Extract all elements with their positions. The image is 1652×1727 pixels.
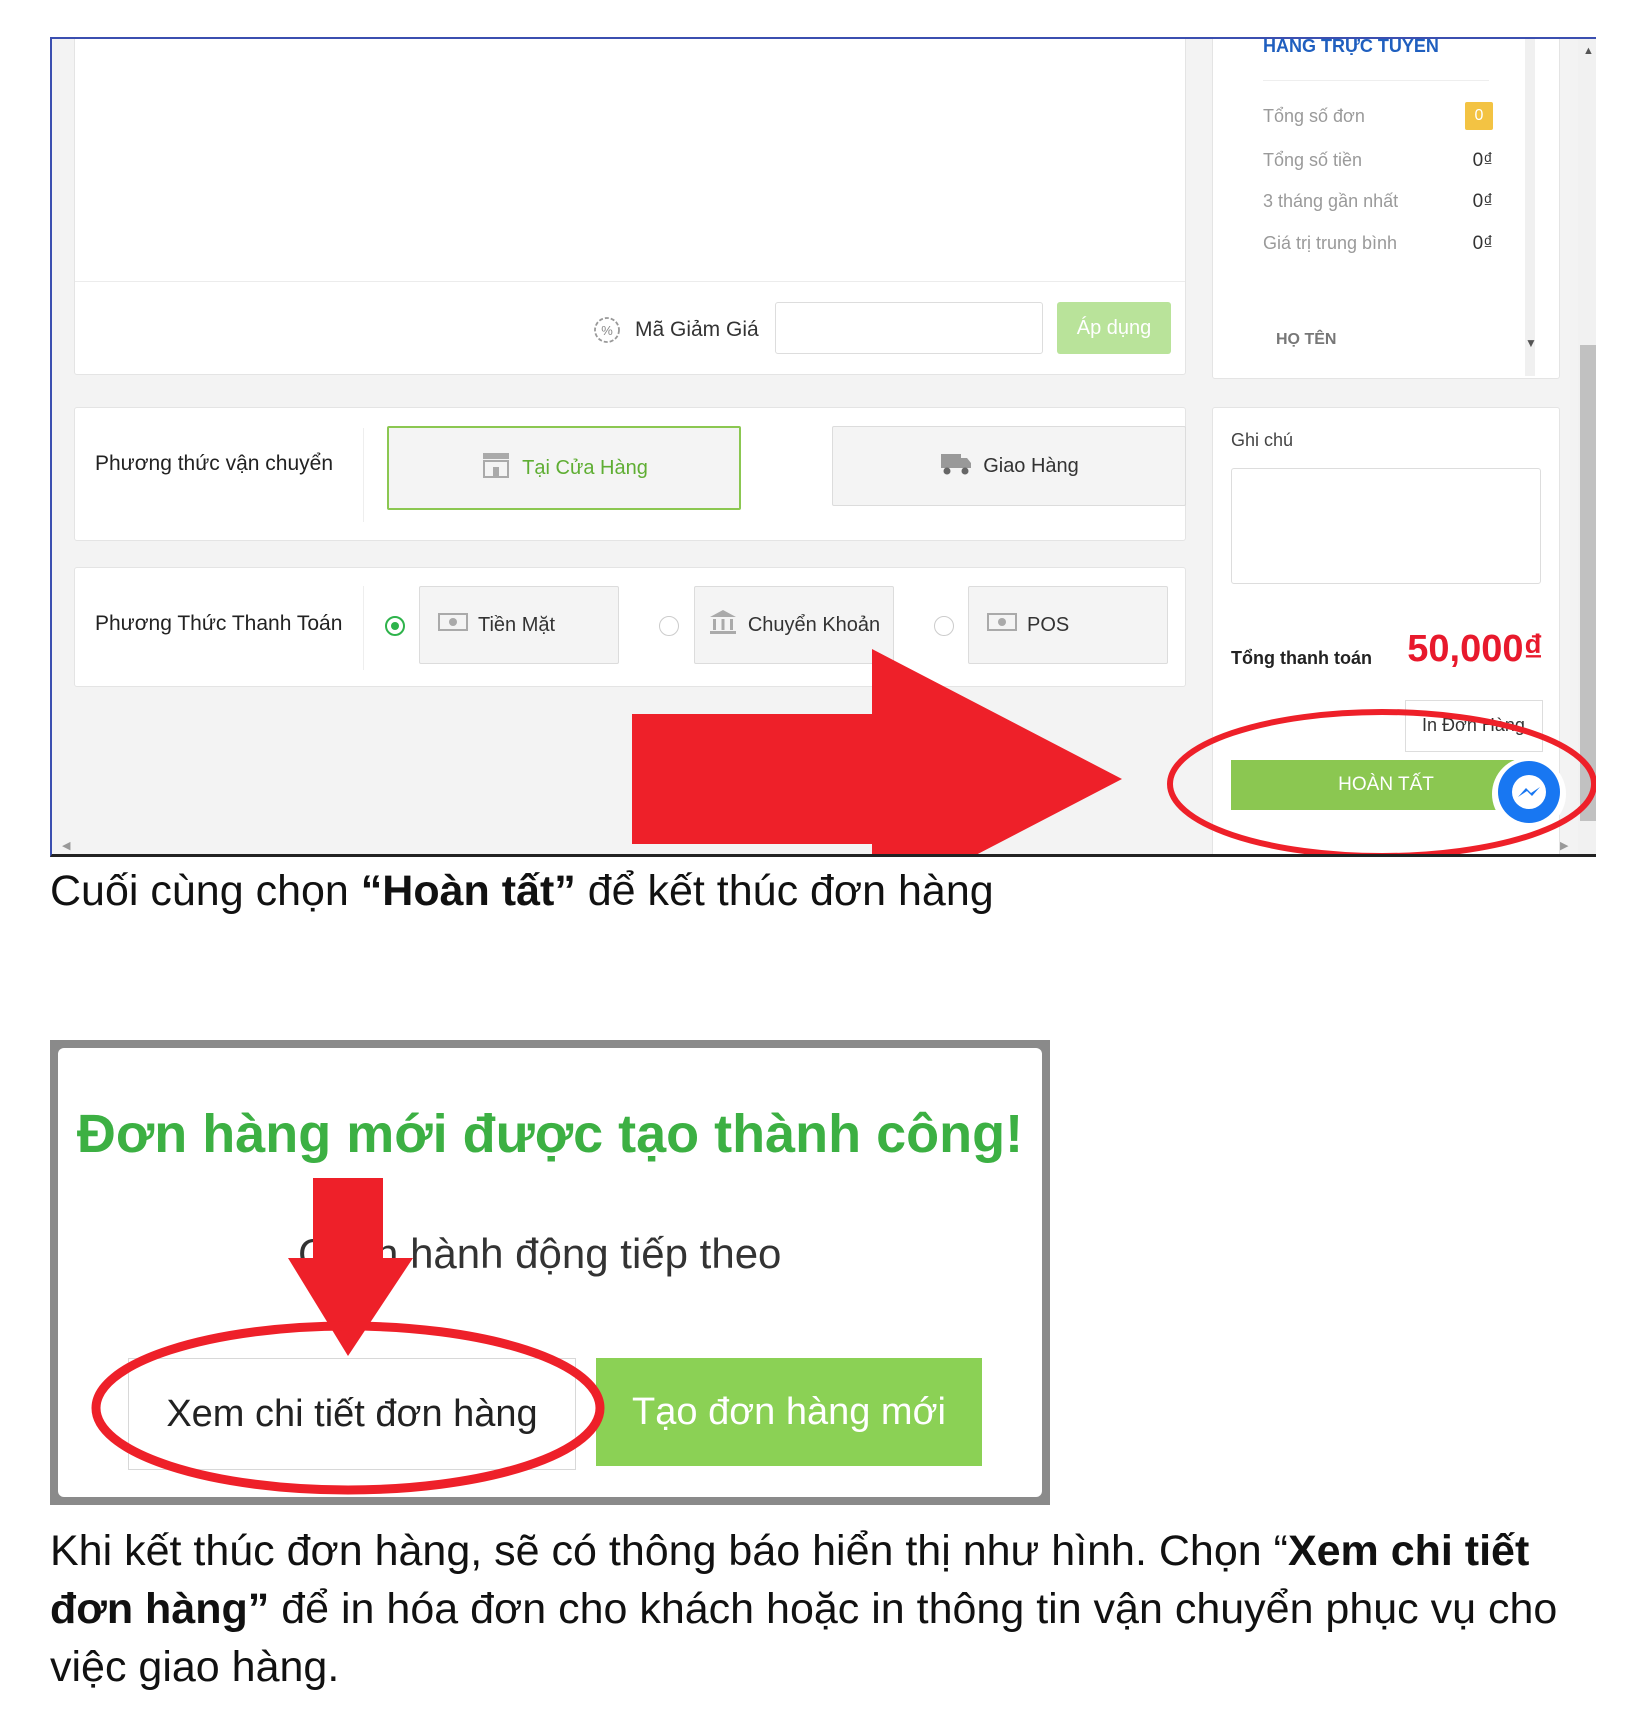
shipping-label: Phương thức vận chuyển (95, 452, 334, 475)
ship-delivery-label: Giao Hàng (983, 454, 1079, 477)
success-title: Đơn hàng mới được tạo thành công! (76, 1104, 1024, 1164)
caption-1: Cuối cùng chọn “Hoàn tất” để kết thúc đơ… (50, 862, 1600, 920)
inner-scrollbar[interactable] (1525, 39, 1535, 376)
note-label: Ghi chú (1231, 430, 1294, 450)
total-label: Tổng thanh toán (1231, 648, 1372, 668)
pay-pos-label: POS (1027, 613, 1070, 636)
pay-cash-label: Tiền Mặt (478, 613, 556, 636)
success-dialog: Đơn hàng mới được tạo thành công! Chọn h… (58, 1048, 1042, 1497)
stat-label: Giá trị trung bình (1263, 233, 1398, 253)
divider (1263, 80, 1489, 81)
caption-2: Khi kết thúc đơn hàng, sẽ có thông báo h… (50, 1522, 1610, 1696)
shipping-card: Phương thức vận chuyển Tại Cửa Hàng Giao… (74, 407, 1186, 541)
scroll-down-icon[interactable]: ▼ (1525, 336, 1537, 350)
caption-1-text: Cuối cùng chọn (50, 867, 361, 915)
payment-label: Phương Thức Thanh Toán (95, 612, 343, 635)
stat-value: 0₫ (1472, 150, 1493, 171)
success-dialog-screenshot: Đơn hàng mới được tạo thành công! Chọn h… (50, 1040, 1050, 1505)
stat-value: 0₫ (1472, 191, 1493, 212)
red-arrow-annotation (632, 649, 1122, 854)
ship-delivery-button[interactable]: Giao Hàng (832, 426, 1186, 506)
discount-code-input[interactable] (775, 302, 1043, 354)
scroll-left-icon[interactable]: ◀ (62, 839, 70, 852)
stat-label: Tổng số đơn (1263, 106, 1365, 126)
red-circle-annotation (1167, 709, 1596, 854)
stats-heading: HÀNG TRỰC TUYẾN (1263, 37, 1439, 56)
stat-value: 0₫ (1472, 233, 1493, 254)
cash-icon (438, 612, 468, 638)
order-count-badge: 0 (1465, 102, 1493, 130)
card-icon (987, 612, 1017, 638)
stat-label: Tổng số tiền (1263, 150, 1363, 170)
customer-stats-card: HÀNG TRỰC TUYẾN Tổng số đơn 0 Tổng số ti… (1212, 37, 1560, 379)
caption-2-text: Khi kết thúc đơn hàng, sẽ có thông báo h… (50, 1527, 1288, 1575)
ship-at-store-button[interactable]: Tại Cửa Hàng (387, 426, 741, 510)
ship-at-store-label: Tại Cửa Hàng (522, 456, 648, 479)
order-screenshot: % Mã Giảm Giá Áp dụng Phương thức vận ch… (50, 37, 1596, 857)
discount-icon: % (593, 316, 621, 344)
divider (363, 428, 364, 522)
svg-text:%: % (601, 323, 613, 338)
create-new-order-button[interactable]: Tạo đơn hàng mới (596, 1358, 982, 1466)
apply-discount-button[interactable]: Áp dụng (1057, 302, 1171, 354)
red-circle-annotation (91, 1321, 605, 1495)
total-amount: 50,000₫ (1407, 628, 1543, 670)
scroll-up-icon[interactable]: ▲ (1583, 45, 1594, 57)
bank-icon (708, 608, 738, 642)
truck-icon (939, 449, 973, 483)
divider (363, 586, 364, 670)
divider (75, 281, 1185, 282)
stat-label: 3 tháng gần nhất (1263, 191, 1399, 211)
pay-cash-button[interactable]: Tiền Mặt (419, 586, 619, 664)
discount-label: Mã Giảm Giá (635, 318, 759, 341)
caption-2-text: để in hóa đơn cho khách hoặc in thông ti… (50, 1585, 1558, 1691)
store-icon (480, 451, 512, 485)
caption-1-text: để kết thúc đơn hàng (575, 867, 994, 915)
order-items-card: % Mã Giảm Giá Áp dụng (74, 39, 1186, 375)
radio-pos[interactable] (934, 616, 954, 636)
caption-1-bold: “Hoàn tất” (360, 867, 576, 915)
radio-transfer[interactable] (659, 616, 679, 636)
radio-cash[interactable] (385, 616, 405, 636)
note-textarea[interactable] (1231, 468, 1541, 584)
pay-transfer-label: Chuyển Khoản (747, 613, 881, 636)
customer-name-label: HỌ TÊN (1276, 331, 1337, 348)
